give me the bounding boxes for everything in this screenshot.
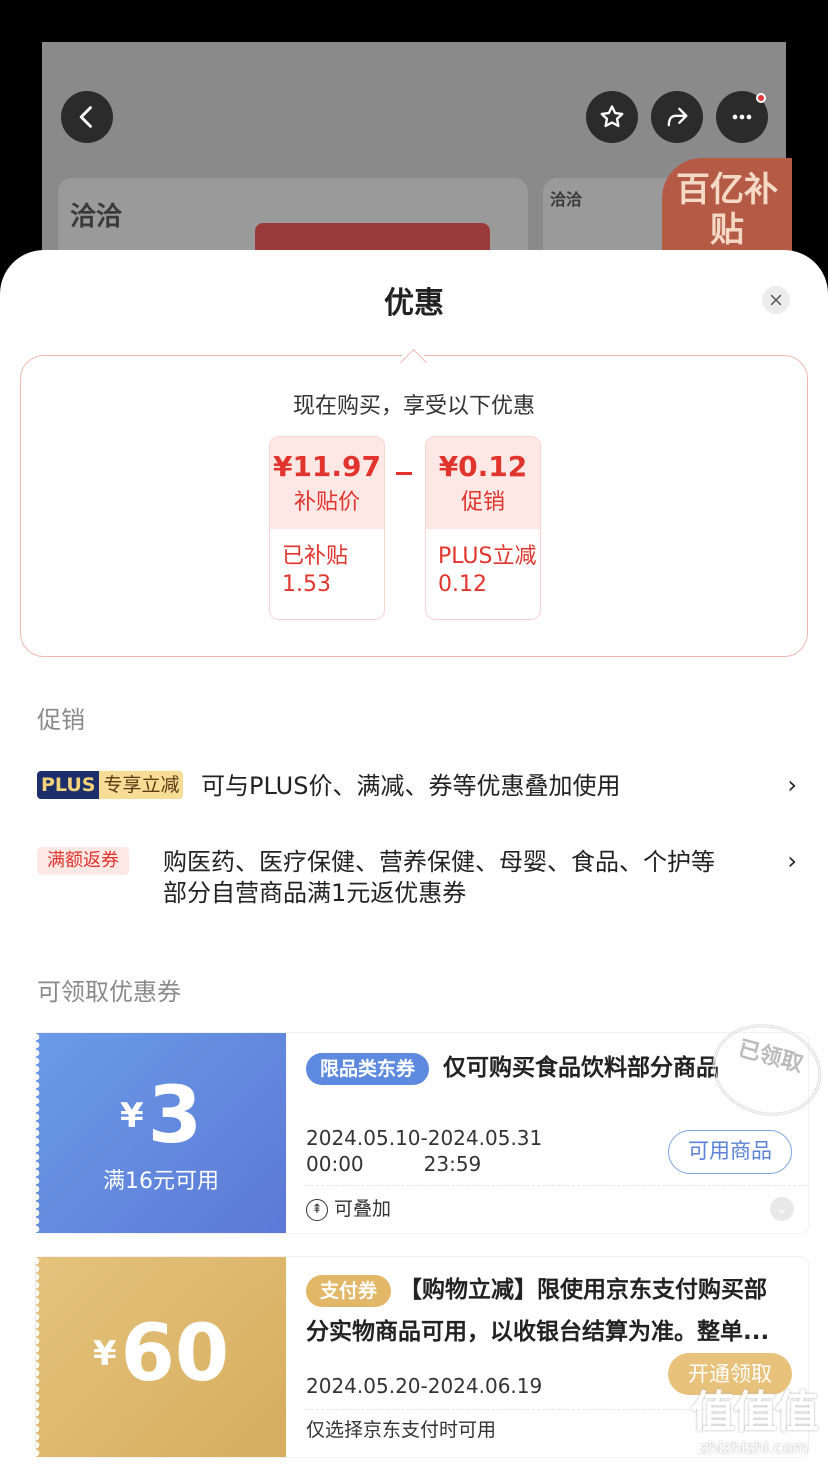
chevron-right-icon: ›	[787, 847, 797, 875]
promotion-label: 促销	[460, 490, 505, 515]
coupon-title: 仅可购买食品饮料部分商品	[443, 1055, 720, 1081]
minus-sign	[396, 472, 412, 475]
stack-icon: ⇞	[306, 1198, 328, 1221]
more-button[interactable]	[716, 91, 768, 143]
coupon-title-line2: 分实物商品可用，以收银台结算为准。整单...	[306, 1319, 770, 1345]
promo-row-plus[interactable]: PLUS 专享立减 可与PLUS价、满减、券等优惠叠加使用 ›	[37, 771, 797, 803]
stackable-label: 可叠加	[334, 1198, 392, 1220]
coupon-title-line1: 【购物立减】限使用京东支付购买部	[399, 1277, 768, 1303]
notification-dot	[756, 93, 766, 103]
favorite-button[interactable]	[586, 91, 638, 143]
promo-text-return-coupon: 购医药、医疗保健、营养保健、母婴、食品、个护等 部分自营商品满1元返优惠券	[163, 847, 715, 909]
stackable-row: ⇞ 可叠加	[306, 1196, 391, 1222]
plus-exclusive-tag: PLUS 专享立减	[37, 771, 184, 799]
promo-row-return-coupon[interactable]: 满额返券 购医药、医疗保健、营养保健、母婴、食品、个护等 部分自营商品满1元返优…	[37, 847, 797, 911]
subsidy-price-label: 补贴价	[293, 490, 360, 515]
screen: 洽洽 洽洽 百亿补贴 优惠 现在购买，享受以下优惠 ¥11.97 补贴价 已补贴…	[0, 0, 828, 1472]
return-coupon-tag: 满额返券	[37, 847, 129, 875]
coupon-divider	[306, 1185, 806, 1186]
plus-discount-title: PLUS立减	[438, 544, 537, 569]
coupon-card: ¥3 满16元可用 限品类东券 仅可购买食品饮料部分商品 2024.05.10-…	[36, 1033, 808, 1233]
close-button[interactable]	[762, 286, 790, 314]
coupon-amount-value: 60	[120, 1309, 230, 1399]
plus-tag-label: PLUS	[37, 771, 100, 799]
subsidy-price-box: ¥11.97 补贴价 已补贴 1.53	[269, 436, 385, 620]
coupon-date-separator: -	[420, 1126, 428, 1150]
close-icon	[770, 294, 782, 306]
coupon-note: 仅选择京东支付时可用	[306, 1419, 497, 1441]
back-button[interactable]	[61, 91, 113, 143]
coupon-amount-panel: ¥3 满16元可用	[36, 1033, 286, 1233]
chevron-left-icon	[79, 106, 92, 128]
coupon-title-row: 支付券 【购物立减】限使用京东支付购买部 分实物商品可用，以收银台结算为准。整单…	[306, 1269, 801, 1353]
available-products-button[interactable]: 可用商品	[668, 1130, 792, 1174]
coupon-time-end: 23:59	[423, 1152, 482, 1176]
coupon-category-tag: 限品类东券	[306, 1052, 430, 1085]
coupon-date-start: 2024.05.10	[306, 1126, 421, 1150]
promotion-value: ¥0.12	[438, 450, 528, 483]
share-icon	[667, 107, 688, 127]
promotion-price-box: ¥0.12 促销 PLUS立减 0.12	[425, 436, 541, 620]
sheet-title: 优惠	[384, 286, 444, 321]
brand-logo-left: 洽洽	[70, 202, 123, 232]
exclusive-discount-label: 专享立减	[99, 771, 184, 799]
coupon-amount-panel: ¥60	[36, 1257, 286, 1457]
plus-discount-value: 0.12	[438, 572, 487, 597]
coupon-date-end: 2024.05.31	[427, 1126, 543, 1150]
share-button[interactable]	[651, 91, 703, 143]
promo-text-line2: 部分自营商品满1元返优惠券	[163, 879, 467, 907]
payment-coupon-tag: 支付券	[306, 1274, 392, 1307]
box-pointer	[402, 348, 424, 360]
expand-icon[interactable]: ⌄	[770, 1197, 794, 1221]
subsidy-badge: 百亿补贴	[662, 158, 792, 258]
coupon-amount-value: 3	[147, 1071, 202, 1161]
brand-logo-right: 洽洽	[550, 190, 583, 209]
coupon-condition: 满16元可用	[103, 1169, 219, 1194]
buy-heading: 现在购买，享受以下优惠	[292, 394, 535, 419]
chevron-right-icon: ›	[787, 771, 797, 799]
promo-text-plus: 可与PLUS价、满减、券等优惠叠加使用	[201, 772, 621, 800]
coupon-amount: ¥60	[36, 1309, 286, 1399]
coupons-section-label: 可领取优惠券	[37, 978, 181, 1006]
coupon-validity: 2024.05.20-2024.06.19	[306, 1374, 543, 1398]
promotions-section-label: 促销	[37, 706, 85, 734]
coupon-amount: ¥3	[36, 1071, 286, 1161]
subsidy-detail-value: 1.53	[282, 572, 331, 597]
watermark-url: zhizhizhi.com	[699, 1438, 809, 1457]
promo-text-line1: 购医药、医疗保健、营养保健、母婴、食品、个护等	[163, 848, 715, 876]
subsidy-price-value: ¥11.97	[272, 450, 382, 483]
star-icon	[600, 105, 624, 128]
site-watermark: 值值值 zhizhizhi.com	[680, 1388, 828, 1472]
currency-symbol: ¥	[120, 1096, 144, 1136]
coupon-time-start: 00:00	[306, 1152, 364, 1176]
coupon-validity: 2024.05.10-2024.05.31 00:00 23:59	[306, 1125, 542, 1177]
more-dots-icon	[732, 114, 752, 120]
currency-symbol: ¥	[92, 1334, 117, 1374]
watermark-logo: 值值值	[691, 1387, 819, 1438]
subsidy-detail-title: 已补贴	[282, 544, 349, 569]
